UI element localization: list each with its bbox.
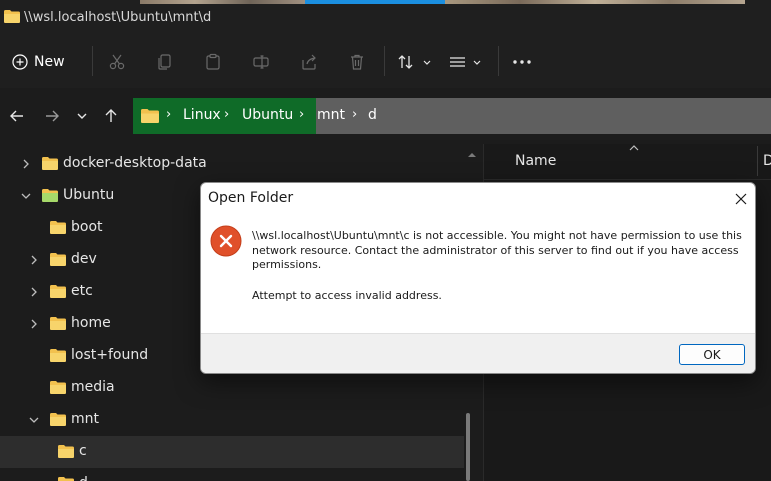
folder-icon <box>42 189 58 202</box>
tree-item-label: c <box>79 443 87 459</box>
copy-icon[interactable] <box>153 50 177 74</box>
tree-item-label: dev <box>71 251 97 267</box>
folder-icon <box>50 413 66 426</box>
dialog-title: Open Folder <box>208 190 294 206</box>
view-icon <box>450 57 481 67</box>
chevron-right-icon[interactable] <box>26 284 42 300</box>
tree-item-label: docker-desktop-data <box>63 155 207 171</box>
folder-icon <box>50 221 66 234</box>
accent-strip <box>305 0 445 4</box>
background-wallpaper-strip <box>140 0 305 4</box>
tree-item-label: boot <box>71 219 103 235</box>
address-bar[interactable]: › Linux › Ubuntu › mnt › d <box>133 98 771 134</box>
breadcrumb-mnt[interactable]: mnt <box>317 107 345 123</box>
back-arrow-icon[interactable] <box>5 104 29 128</box>
share-icon[interactable] <box>297 50 321 74</box>
column-header-name[interactable]: Name <box>515 153 556 169</box>
column-divider[interactable] <box>757 146 758 176</box>
column-header-row: Name D <box>484 144 771 180</box>
tree-item[interactable]: media <box>0 372 464 404</box>
open-folder-dialog: Open Folder \\wsl.localhost\Ubuntu\mnt\c… <box>200 182 756 374</box>
delete-icon[interactable] <box>345 50 369 74</box>
folder-icon <box>58 477 74 481</box>
ok-button[interactable]: OK <box>679 344 745 365</box>
close-icon[interactable] <box>731 189 751 209</box>
chevron-right-icon[interactable] <box>26 316 42 332</box>
tree-item-label: Ubuntu <box>63 187 115 203</box>
new-button[interactable]: New <box>12 48 82 76</box>
sort-button[interactable] <box>397 50 437 74</box>
breadcrumb-chevron-icon: › <box>224 107 230 122</box>
view-button[interactable] <box>448 50 488 74</box>
folder-icon <box>50 349 66 362</box>
tree-item[interactable]: d <box>0 468 464 481</box>
breadcrumb-linux[interactable]: Linux <box>183 107 221 123</box>
plus-circle-icon <box>12 54 28 70</box>
paste-icon[interactable] <box>201 50 225 74</box>
folder-icon <box>4 10 20 23</box>
breadcrumb-chevron-icon: › <box>166 107 172 122</box>
tree-item-label: lost+found <box>71 347 149 363</box>
more-icon[interactable] <box>510 50 534 74</box>
tree-item-label: mnt <box>71 411 99 427</box>
tree-item-selected[interactable]: c <box>0 436 464 468</box>
forward-arrow-icon[interactable] <box>40 104 64 128</box>
window-title: \\wsl.localhost\Ubuntu\mnt\d <box>24 10 212 25</box>
chevron-right-icon[interactable] <box>26 252 42 268</box>
tree-item-label: d <box>79 475 88 481</box>
tree-item-label: home <box>71 315 111 331</box>
folder-icon <box>141 109 159 123</box>
folder-icon <box>50 381 66 394</box>
toolbar-divider <box>498 46 499 76</box>
folder-icon <box>50 285 66 298</box>
dialog-detail: Attempt to access invalid address. <box>252 289 442 302</box>
folder-icon <box>58 445 74 458</box>
recent-locations-chevron-icon[interactable] <box>70 104 94 128</box>
sort-icon <box>398 55 431 69</box>
new-button-label: New <box>34 54 65 70</box>
navigation-row: › Linux › Ubuntu › mnt › d <box>0 88 771 144</box>
command-bar: New <box>0 36 771 88</box>
dialog-footer: OK <box>201 333 755 373</box>
folder-icon <box>50 253 66 266</box>
tree-scrollbar-thumb[interactable] <box>466 413 470 481</box>
sort-caret-icon <box>629 145 639 151</box>
toolbar-divider <box>384 46 385 76</box>
tree-item[interactable]: mnt <box>0 404 464 436</box>
up-arrow-icon[interactable] <box>99 104 123 128</box>
breadcrumb-chevron-icon: › <box>352 107 358 122</box>
rename-icon[interactable] <box>249 50 273 74</box>
chevron-down-icon[interactable] <box>26 412 42 428</box>
tree-item-label: media <box>71 379 115 395</box>
cut-icon[interactable] <box>105 50 129 74</box>
column-header-next[interactable]: D <box>763 153 771 169</box>
chevron-right-icon[interactable] <box>18 156 34 172</box>
chevron-down-icon[interactable] <box>18 188 34 204</box>
error-icon <box>210 225 242 257</box>
file-explorer-window: \\wsl.localhost\Ubuntu\mnt\d New › Linux… <box>0 0 771 481</box>
breadcrumb-ubuntu[interactable]: Ubuntu <box>242 107 293 123</box>
dialog-message: \\wsl.localhost\Ubuntu\mnt\c is not acce… <box>252 229 742 271</box>
tree-item[interactable]: docker-desktop-data <box>0 148 464 180</box>
folder-icon <box>50 317 66 330</box>
toolbar-divider <box>92 46 93 76</box>
folder-icon <box>42 157 58 170</box>
breadcrumb-d[interactable]: d <box>368 107 377 123</box>
tree-item-label: etc <box>71 283 93 299</box>
title-bar: \\wsl.localhost\Ubuntu\mnt\d <box>0 0 771 36</box>
scroll-up-arrow-icon[interactable] <box>466 150 478 160</box>
background-wallpaper-strip-right <box>445 0 745 4</box>
breadcrumb-chevron-icon: › <box>299 107 305 122</box>
